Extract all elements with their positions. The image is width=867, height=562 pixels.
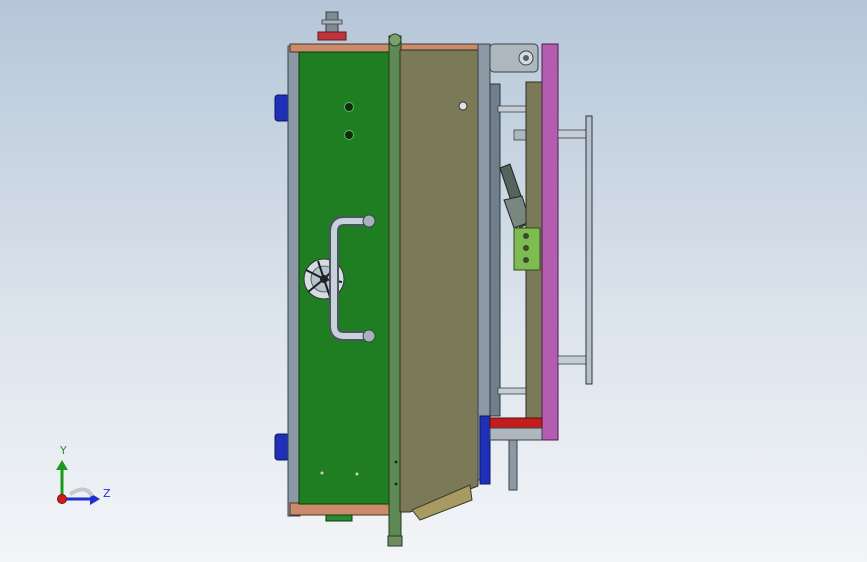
cad-viewport[interactable]: Y Z (0, 0, 867, 562)
axis-z-label: Z (103, 487, 111, 500)
axis-y-label: Y (59, 444, 67, 457)
orientation-triad: Y Z (56, 444, 111, 505)
